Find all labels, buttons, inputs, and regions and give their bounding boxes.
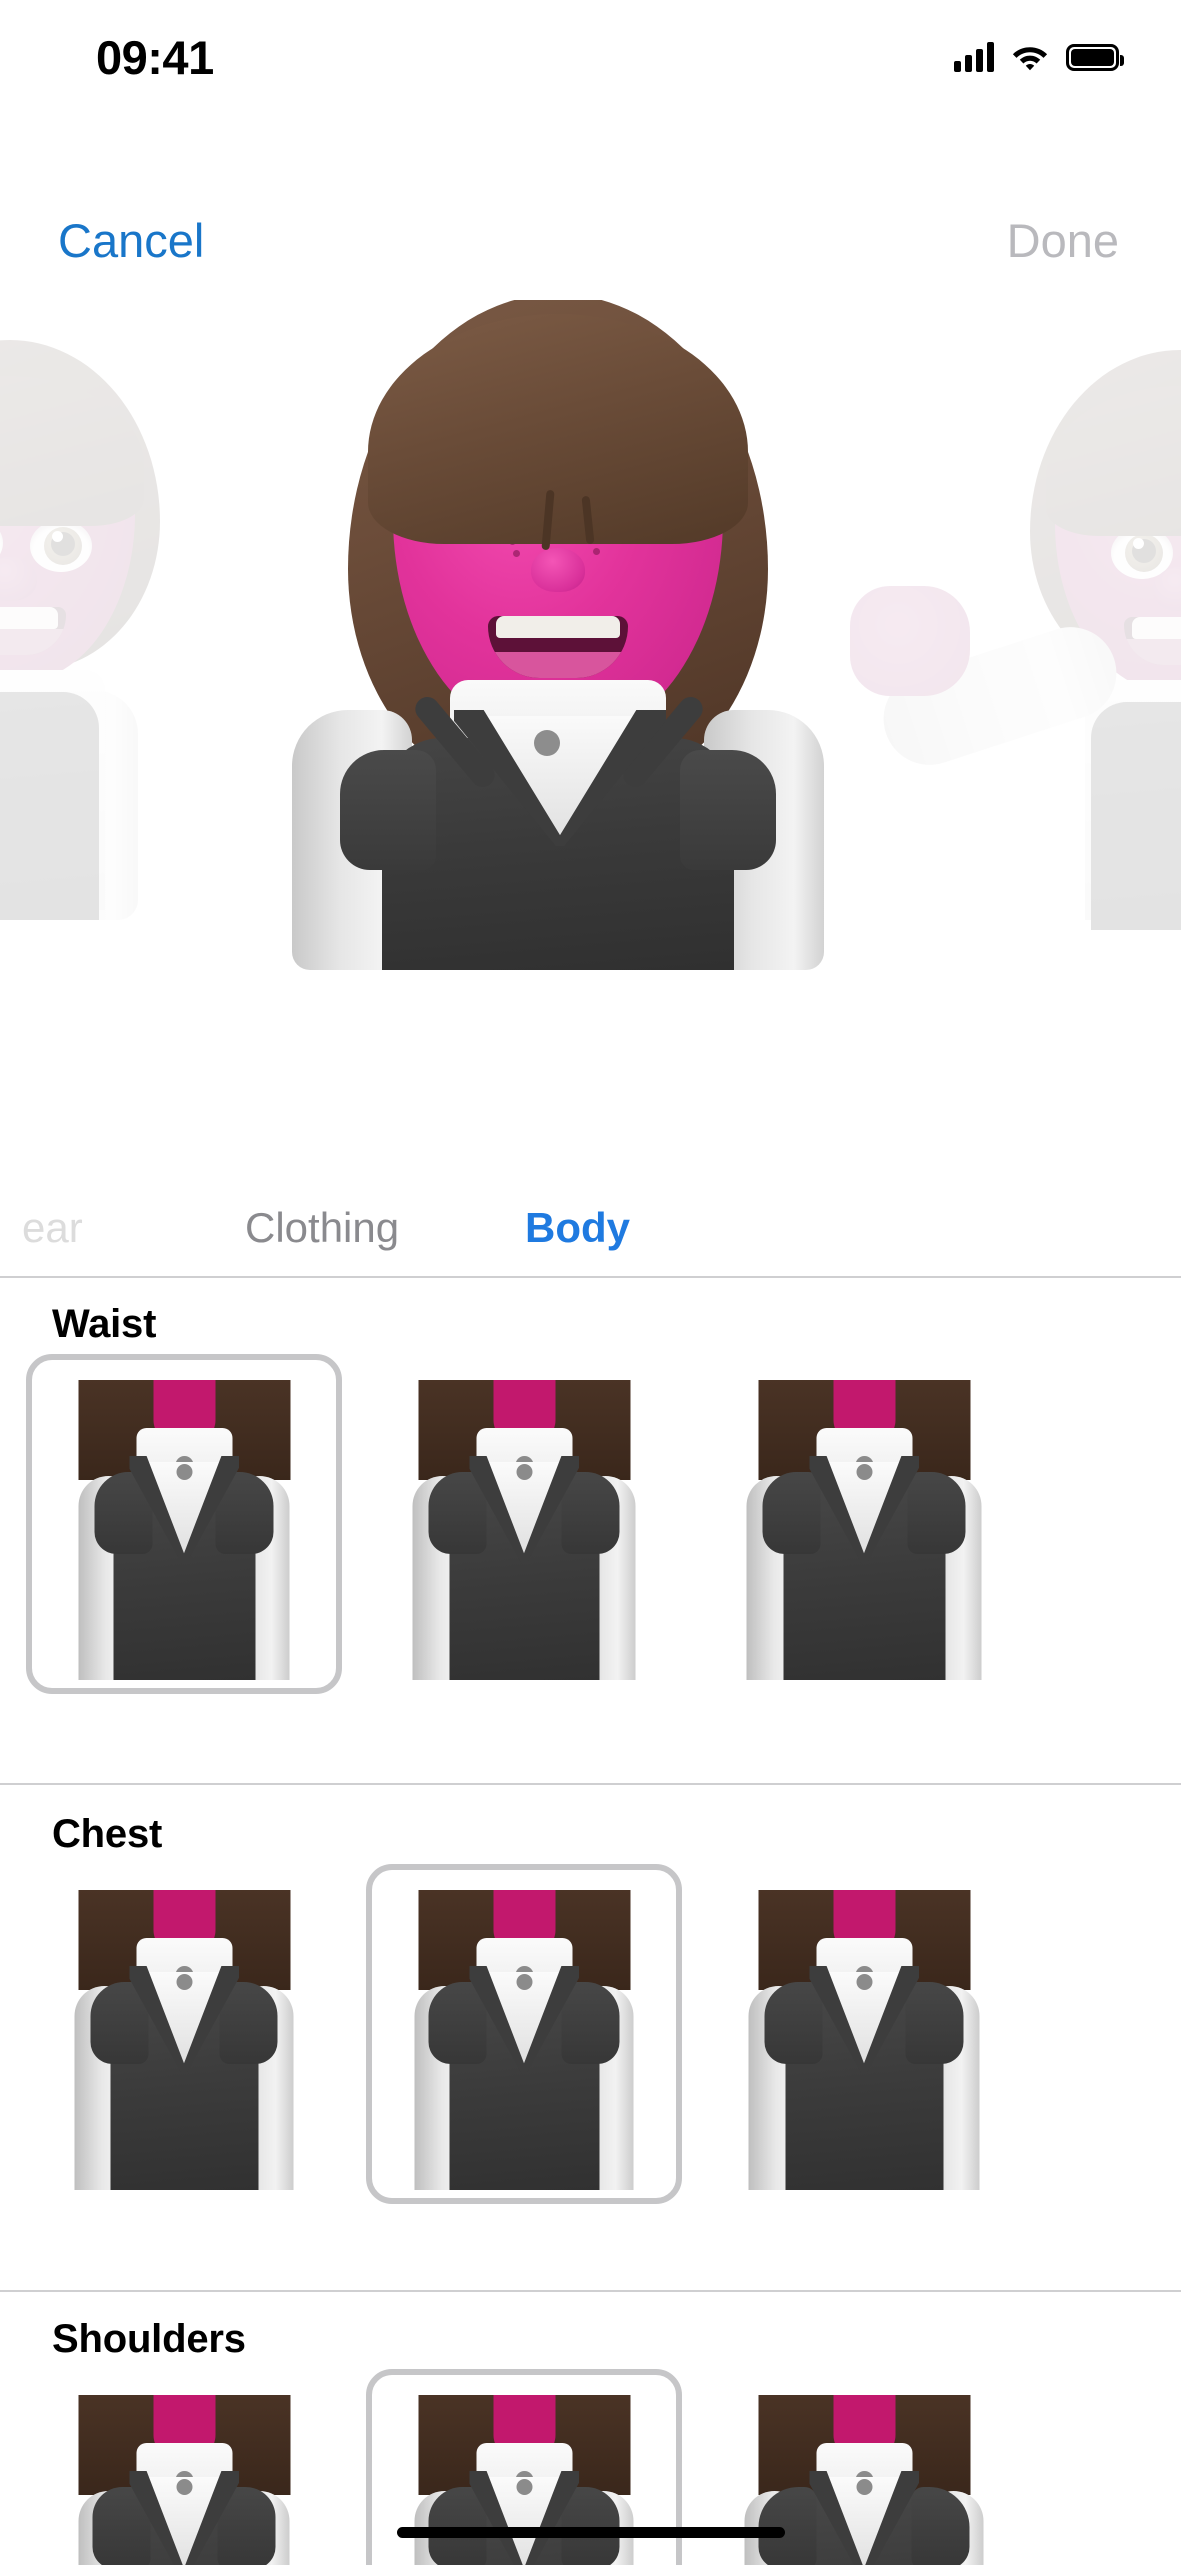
done-button[interactable]: Done	[1007, 217, 1119, 264]
mouth	[1124, 617, 1181, 665]
waist-option-3[interactable]	[694, 1380, 1034, 1680]
section-title-chest: Chest	[52, 1812, 163, 1856]
divider-below-tabs	[0, 1276, 1181, 1278]
thumbnail-art	[397, 2395, 652, 2565]
avatar-preview-stage[interactable]	[0, 300, 1181, 1180]
memoji-left-preview[interactable]	[0, 340, 190, 920]
shoulders-option-3[interactable]	[694, 2395, 1034, 2565]
thumbnail-art	[737, 2395, 992, 2565]
mouth	[488, 616, 628, 678]
chest-option-row[interactable]	[0, 1864, 1181, 2204]
battery-full-icon	[1066, 43, 1124, 71]
hair-bangs	[368, 314, 748, 544]
vest	[1091, 702, 1181, 930]
status-bar: 09:41	[0, 0, 1181, 100]
waist-option-row[interactable]	[0, 1354, 1181, 1694]
section-title-shoulders: Shoulders	[52, 2317, 246, 2361]
shoulders-option-row[interactable]	[0, 2369, 1181, 2565]
vest-shoulder-right	[680, 750, 776, 870]
thumbnail-art	[57, 2395, 312, 2565]
chest-option-2[interactable]	[354, 1864, 694, 2204]
hair-bangs	[0, 376, 144, 526]
vest-shoulder-left	[340, 750, 436, 870]
signal-bars-icon	[954, 42, 994, 72]
thumbnail-art	[57, 1890, 312, 2190]
waist-option-2[interactable]	[354, 1380, 694, 1680]
thumbnail-art	[737, 1380, 992, 1680]
shoulders-option-1[interactable]	[14, 2395, 354, 2565]
thumbnail-art	[57, 1380, 312, 1680]
memoji-right-preview[interactable]	[850, 350, 1181, 930]
status-icons	[954, 42, 1124, 72]
tab-body[interactable]: Body	[525, 1207, 630, 1249]
hand	[850, 586, 970, 696]
shirt-button-visible	[534, 730, 560, 756]
chest-option-1[interactable]	[14, 1890, 354, 2190]
shoulders-option-2[interactable]	[354, 2369, 694, 2565]
hair-bangs	[1046, 386, 1181, 536]
section-waist: Waist	[0, 1290, 1181, 1780]
nose	[0, 557, 37, 601]
status-time: 09:41	[96, 30, 214, 84]
wifi-icon	[1011, 43, 1049, 71]
cancel-button[interactable]: Cancel	[58, 217, 204, 264]
memoji-front-view[interactable]	[248, 300, 868, 970]
waist-option-1[interactable]	[14, 1354, 354, 1694]
navigation-bar: Cancel Done	[0, 180, 1181, 300]
chest-option-3[interactable]	[694, 1890, 1034, 2190]
divider-below-chest	[0, 2290, 1181, 2292]
section-title-waist: Waist	[52, 1302, 157, 1346]
thumbnail-art	[737, 1890, 992, 2190]
section-shoulders: Shoulders	[0, 2305, 1181, 2565]
thumbnail-art	[397, 1380, 652, 1680]
tab-headwear[interactable]: ear	[22, 1207, 83, 1249]
mouth	[0, 607, 66, 655]
nose	[531, 548, 585, 592]
home-indicator[interactable]	[396, 2527, 785, 2538]
tab-clothing[interactable]: Clothing	[245, 1207, 399, 1249]
thumbnail-art	[397, 1890, 652, 2190]
eye-right	[30, 520, 92, 572]
divider-below-waist	[0, 1783, 1181, 1785]
vest	[0, 692, 99, 920]
category-tab-bar[interactable]: ear Clothing Body	[0, 1180, 1181, 1276]
section-chest: Chest	[0, 1800, 1181, 2290]
